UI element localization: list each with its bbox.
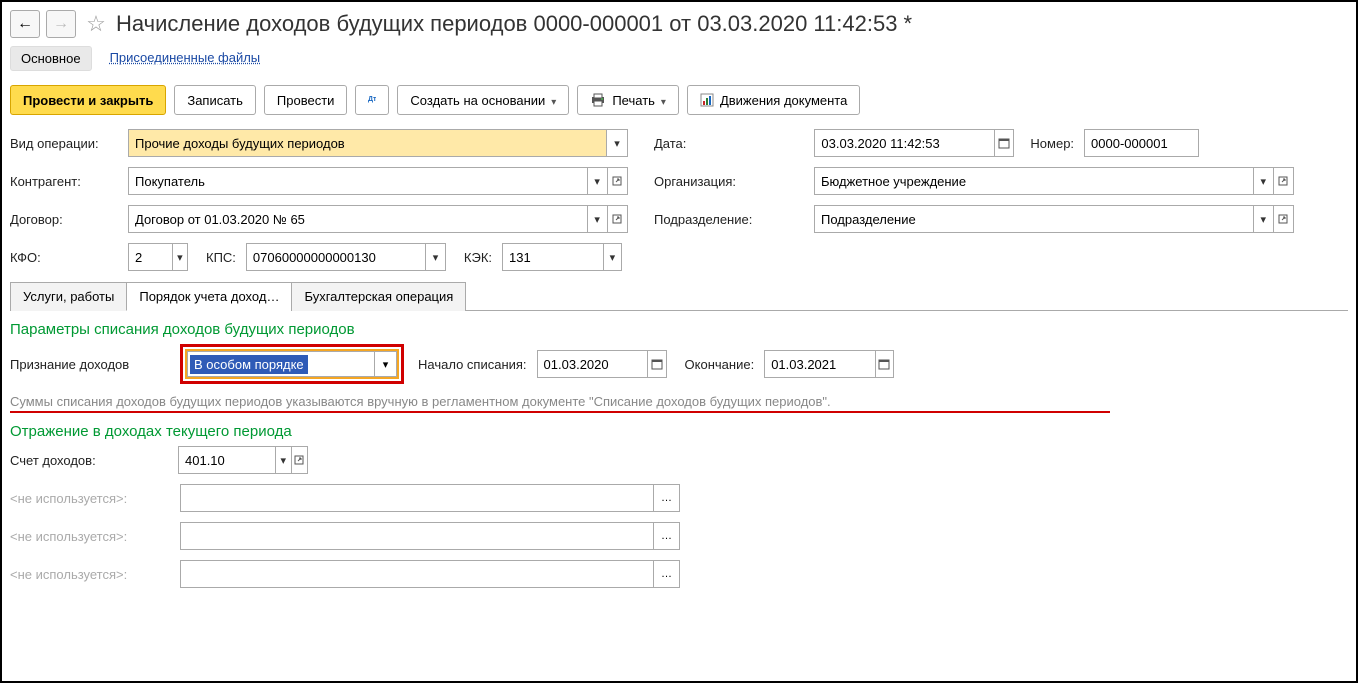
favorite-star-icon[interactable]: ☆ bbox=[82, 10, 110, 38]
print-button[interactable]: Печать bbox=[577, 85, 679, 115]
svg-text:Дт: Дт bbox=[368, 96, 376, 103]
income-acct-field[interactable]: ▾ bbox=[178, 446, 308, 474]
page-title: Начисление доходов будущих периодов 0000… bbox=[116, 11, 912, 37]
unused-label-3: <не используется>: bbox=[10, 567, 170, 582]
nav-forward-button[interactable]: → bbox=[46, 10, 76, 38]
section-writeoff-params-title: Параметры списания доходов будущих перио… bbox=[10, 321, 1348, 338]
post-button[interactable]: Провести bbox=[264, 85, 348, 115]
dropdown-icon[interactable]: ▾ bbox=[172, 244, 187, 270]
printer-icon bbox=[590, 93, 606, 107]
calendar-icon[interactable] bbox=[994, 130, 1014, 156]
open-icon[interactable] bbox=[291, 447, 307, 473]
number-field[interactable] bbox=[1084, 129, 1199, 157]
kfo-label: КФО: bbox=[10, 250, 120, 265]
end-date-field[interactable] bbox=[764, 350, 894, 378]
nav-back-button[interactable]: ← bbox=[10, 10, 40, 38]
unused-field-2[interactable]: … bbox=[180, 522, 680, 550]
contract-field[interactable]: ▾ bbox=[128, 205, 628, 233]
number-label: Номер: bbox=[1030, 136, 1074, 151]
unused-field-1[interactable]: … bbox=[180, 484, 680, 512]
date-field[interactable] bbox=[814, 129, 1014, 157]
tab-services[interactable]: Услуги, работы bbox=[10, 282, 127, 311]
subnav-main[interactable]: Основное bbox=[10, 46, 92, 71]
dropdown-icon[interactable]: ▾ bbox=[1253, 168, 1273, 194]
kps-label: КПС: bbox=[206, 250, 236, 265]
section-current-income-title: Отражение в доходах текущего периода bbox=[10, 423, 1348, 440]
recognition-label: Признание доходов bbox=[10, 357, 170, 372]
dropdown-icon[interactable]: ▾ bbox=[1253, 206, 1273, 232]
more-icon[interactable]: … bbox=[653, 523, 679, 549]
highlight-frame-orange: В особом порядке ▾ bbox=[185, 349, 399, 379]
unused-field-3[interactable]: … bbox=[180, 560, 680, 588]
open-icon[interactable] bbox=[607, 168, 627, 194]
more-icon[interactable]: … bbox=[653, 561, 679, 587]
create-based-on-button[interactable]: Создать на основании bbox=[397, 85, 569, 115]
kps-field[interactable]: ▾ bbox=[246, 243, 446, 271]
income-acct-input[interactable] bbox=[179, 447, 275, 473]
counterparty-field[interactable]: ▾ bbox=[128, 167, 628, 195]
number-input[interactable] bbox=[1085, 130, 1198, 156]
calendar-icon[interactable] bbox=[647, 351, 666, 377]
dropdown-icon[interactable]: ▾ bbox=[425, 244, 445, 270]
start-date-field[interactable] bbox=[537, 350, 667, 378]
dtkt-icon: ДтКт bbox=[368, 93, 376, 107]
tab-income-order[interactable]: Порядок учета доход… bbox=[126, 282, 292, 311]
kfo-input[interactable] bbox=[129, 244, 172, 270]
start-date-input[interactable] bbox=[538, 351, 647, 377]
dropdown-icon[interactable]: ▾ bbox=[374, 352, 396, 376]
end-label: Окончание: bbox=[685, 357, 755, 372]
dtkt-button[interactable]: ДтКт bbox=[355, 85, 389, 115]
kps-input[interactable] bbox=[247, 244, 425, 270]
kek-input[interactable] bbox=[503, 244, 603, 270]
tab-accounting-op[interactable]: Бухгалтерская операция bbox=[291, 282, 466, 311]
dropdown-icon[interactable]: ▾ bbox=[606, 130, 627, 156]
dropdown-icon[interactable]: ▾ bbox=[587, 206, 607, 232]
org-input[interactable] bbox=[815, 168, 1253, 194]
open-icon[interactable] bbox=[1273, 206, 1293, 232]
dropdown-icon[interactable]: ▾ bbox=[275, 447, 291, 473]
calendar-icon[interactable] bbox=[875, 351, 894, 377]
subnav-attachments[interactable]: Присоединенные файлы bbox=[110, 46, 261, 71]
highlight-frame-red: В особом порядке ▾ bbox=[180, 344, 404, 384]
unused-label-2: <не используется>: bbox=[10, 529, 170, 544]
dropdown-icon[interactable]: ▾ bbox=[587, 168, 607, 194]
op-type-input[interactable] bbox=[129, 130, 606, 156]
more-icon[interactable]: … bbox=[653, 485, 679, 511]
contract-label: Договор: bbox=[10, 212, 120, 227]
unused-label-1: <не используется>: bbox=[10, 491, 170, 506]
kek-field[interactable]: ▾ bbox=[502, 243, 622, 271]
document-movements-button[interactable]: Движения документа bbox=[687, 85, 860, 115]
date-label: Дата: bbox=[654, 136, 686, 151]
income-acct-label: Счет доходов: bbox=[10, 453, 170, 468]
contract-input[interactable] bbox=[129, 206, 587, 232]
save-button[interactable]: Записать bbox=[174, 85, 256, 115]
movements-icon bbox=[700, 93, 714, 107]
dept-label: Подразделение: bbox=[654, 212, 804, 227]
dept-input[interactable] bbox=[815, 206, 1253, 232]
dropdown-icon[interactable]: ▾ bbox=[603, 244, 621, 270]
org-field[interactable]: ▾ bbox=[814, 167, 1294, 195]
counterparty-input[interactable] bbox=[129, 168, 587, 194]
op-type-label: Вид операции: bbox=[10, 136, 120, 151]
counterparty-label: Контрагент: bbox=[10, 174, 120, 189]
kfo-field[interactable]: ▾ bbox=[128, 243, 188, 271]
org-label: Организация: bbox=[654, 174, 804, 189]
op-type-field[interactable]: ▾ bbox=[128, 129, 628, 157]
post-and-close-button[interactable]: Провести и закрыть bbox=[10, 85, 166, 115]
recognition-field[interactable]: В особом порядке ▾ bbox=[187, 351, 397, 377]
writeoff-hint: Суммы списания доходов будущих периодов … bbox=[10, 394, 1110, 413]
end-date-input[interactable] bbox=[765, 351, 874, 377]
date-input[interactable] bbox=[815, 130, 993, 156]
dept-field[interactable]: ▾ bbox=[814, 205, 1294, 233]
open-icon[interactable] bbox=[607, 206, 627, 232]
start-label: Начало списания: bbox=[418, 357, 527, 372]
open-icon[interactable] bbox=[1273, 168, 1293, 194]
recognition-value: В особом порядке bbox=[190, 355, 308, 374]
kek-label: КЭК: bbox=[464, 250, 492, 265]
